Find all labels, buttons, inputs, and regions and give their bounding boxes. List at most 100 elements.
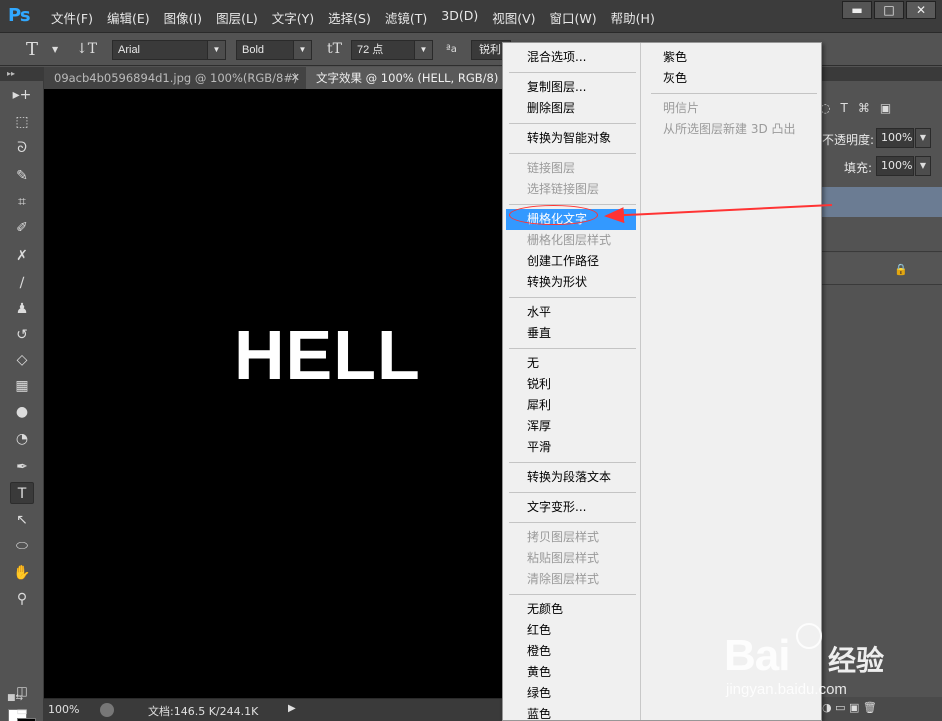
opacity-label: 不透明度: [822, 133, 875, 147]
tab-document-1[interactable]: 09acb4b0596894d1.jpg @ 100%(RGB/8#) ✕ [44, 67, 306, 89]
lasso-tool-icon[interactable]: ᘐ [10, 137, 34, 159]
gradient-tool-icon[interactable]: ▦ [10, 375, 34, 397]
screen-mode-icon[interactable]: ▭ [10, 700, 34, 721]
menu-separator [509, 297, 636, 298]
context-menu-item[interactable]: 垂直 [506, 323, 636, 344]
menu-item-10[interactable]: 帮助(H) [604, 8, 662, 27]
context-menu-item[interactable]: 转换为形状 [506, 272, 636, 293]
context-menu-item[interactable]: 转换为智能对象 [506, 128, 636, 149]
context-menu-item[interactable]: 浑厚 [506, 416, 636, 437]
status-menu-arrow-icon[interactable]: ▶ [288, 703, 296, 714]
context-menu-item[interactable]: 水平 [506, 302, 636, 323]
menu-item-0[interactable]: 文件(F) [44, 8, 100, 27]
menu-item-4[interactable]: 文字(Y) [265, 8, 321, 27]
maximize-button[interactable]: □ [874, 1, 904, 19]
marquee-tool-icon[interactable]: ⬚ [10, 111, 34, 133]
chevron-down-icon[interactable]: ▼ [52, 45, 58, 54]
minimize-button[interactable]: ▬ [842, 1, 872, 19]
menu-item-6[interactable]: 滤镜(T) [378, 8, 434, 27]
tab-label: 文字效果 @ 100% (HELL, RGB/8) * [316, 71, 508, 85]
pen-tool-icon[interactable]: ✒ [10, 456, 34, 478]
context-menu-item[interactable]: 黄色 [506, 662, 636, 683]
menu-separator [509, 492, 636, 493]
brush-tool-icon[interactable]: ∕ [10, 272, 34, 294]
font-family-select[interactable]: Arial ▼ [112, 40, 226, 60]
healing-tool-icon[interactable]: ✗ [10, 245, 34, 267]
zoom-tool-icon[interactable]: ⚲ [10, 588, 34, 610]
menu-item-5[interactable]: 选择(S) [321, 8, 378, 27]
document-canvas[interactable]: HELL [44, 89, 502, 698]
context-menu-item: 拷贝图层样式 [527, 530, 600, 544]
context-menu-item[interactable]: 无 [506, 353, 636, 374]
context-menu-item: 明信片 [663, 101, 700, 115]
context-menu-item[interactable]: 红色 [506, 620, 636, 641]
context-menu-item[interactable]: 犀利 [506, 395, 636, 416]
type-tool-icon[interactable]: T [10, 482, 34, 504]
quick-mask-icon[interactable]: ◫ [10, 680, 34, 702]
context-menu-item[interactable]: 创建工作路径 [506, 251, 636, 272]
menu-item-8[interactable]: 视图(V) [485, 8, 542, 27]
context-menu-item[interactable]: 混合选项... [506, 47, 636, 68]
move-tool-icon[interactable]: ▸+ [10, 84, 34, 106]
photoshop-logo[interactable]: Ps [8, 5, 38, 27]
context-menu-item[interactable]: 橙色 [506, 641, 636, 662]
hand-tool-icon[interactable]: ✋ [10, 562, 34, 584]
layer-row-background[interactable] [822, 253, 942, 285]
panel-footer-icons[interactable]: ◑ ▭ ▣ 🗑 [822, 701, 877, 714]
font-size-select[interactable]: 72 点 ▼ [351, 40, 433, 60]
blur-tool-icon[interactable]: ● [10, 401, 34, 423]
context-menu-item[interactable]: 删除图层 [506, 98, 636, 119]
context-menu-item: 清除图层样式 [527, 572, 600, 586]
menu-separator [509, 123, 636, 124]
history-brush-tool-icon[interactable]: ↺ [10, 324, 34, 346]
layer-row[interactable] [822, 217, 942, 252]
context-menu-item[interactable]: 蓝色 [506, 704, 636, 721]
menu-item-9[interactable]: 窗口(W) [543, 8, 604, 27]
context-menu-item[interactable]: 锐利 [506, 374, 636, 395]
context-menu-item: 从所选图层新建 3D 凸出 [663, 122, 796, 136]
path-select-tool-icon[interactable]: ↖ [10, 509, 34, 531]
canvas-text-layer[interactable]: HELL [234, 315, 421, 395]
context-menu-item: 链接图层 [527, 161, 576, 175]
chevron-down-icon[interactable]: ▼ [915, 128, 931, 148]
layer-row-selected[interactable] [822, 187, 942, 217]
close-icon[interactable]: ✕ [291, 67, 300, 89]
menu-item-3[interactable]: 图层(L) [209, 8, 265, 27]
menu-item-1[interactable]: 编辑(E) [100, 8, 157, 27]
menu-item-2[interactable]: 图像(I) [157, 8, 209, 27]
context-menu-item[interactable]: 文字变形... [506, 497, 636, 518]
context-menu-item[interactable]: 转换为段落文本 [506, 467, 636, 488]
filter-shape-icon[interactable]: ⌘ [858, 101, 870, 123]
menu-separator [651, 93, 817, 94]
menu-separator [509, 72, 636, 73]
quick-select-tool-icon[interactable]: ✎ [10, 165, 34, 187]
zoom-level[interactable]: 100% [48, 703, 79, 716]
window-controls: ▬ □ ✕ [842, 1, 936, 19]
eraser-tool-icon[interactable]: ◇ [10, 349, 34, 371]
menu-separator [509, 522, 636, 523]
dodge-tool-icon[interactable]: ◔ [10, 428, 34, 450]
toolbox-collapse-icon[interactable]: ▸▸ [0, 67, 43, 81]
stamp-tool-icon[interactable]: ♟ [10, 298, 34, 320]
type-tool-preset-icon[interactable]: T [26, 39, 38, 60]
eyedropper-tool-icon[interactable]: ✐ [10, 217, 34, 239]
crop-tool-icon[interactable]: ⌗ [10, 191, 34, 213]
fill-input[interactable]: 100% [876, 156, 914, 176]
context-menu-item[interactable]: 紫色 [644, 47, 819, 68]
ellipse-tool-icon[interactable]: ⬭ [10, 535, 34, 557]
context-menu-item[interactable]: 灰色 [644, 68, 819, 89]
context-menu-left-column: 混合选项... 复制图层... 删除图层 转换为智能对象 链接图层 选择链接图层 栅格化文字… [503, 43, 639, 721]
context-menu-item[interactable]: 无颜色 [506, 599, 636, 620]
menu-item-7[interactable]: 3D(D) [434, 8, 485, 27]
context-menu-item[interactable]: 复制图层... [506, 77, 636, 98]
filter-type-icon[interactable]: T [840, 101, 847, 123]
filter-smart-icon[interactable]: ▣ [880, 101, 891, 123]
text-orientation-icon[interactable]: ↓T [76, 41, 97, 57]
status-info-icon[interactable] [100, 703, 114, 717]
chevron-down-icon[interactable]: ▼ [915, 156, 931, 176]
context-menu-item[interactable]: 平滑 [506, 437, 636, 458]
close-button[interactable]: ✕ [906, 1, 936, 19]
font-style-select[interactable]: Bold ▼ [236, 40, 312, 60]
context-menu-item[interactable]: 绿色 [506, 683, 636, 704]
opacity-input[interactable]: 100% [876, 128, 914, 148]
